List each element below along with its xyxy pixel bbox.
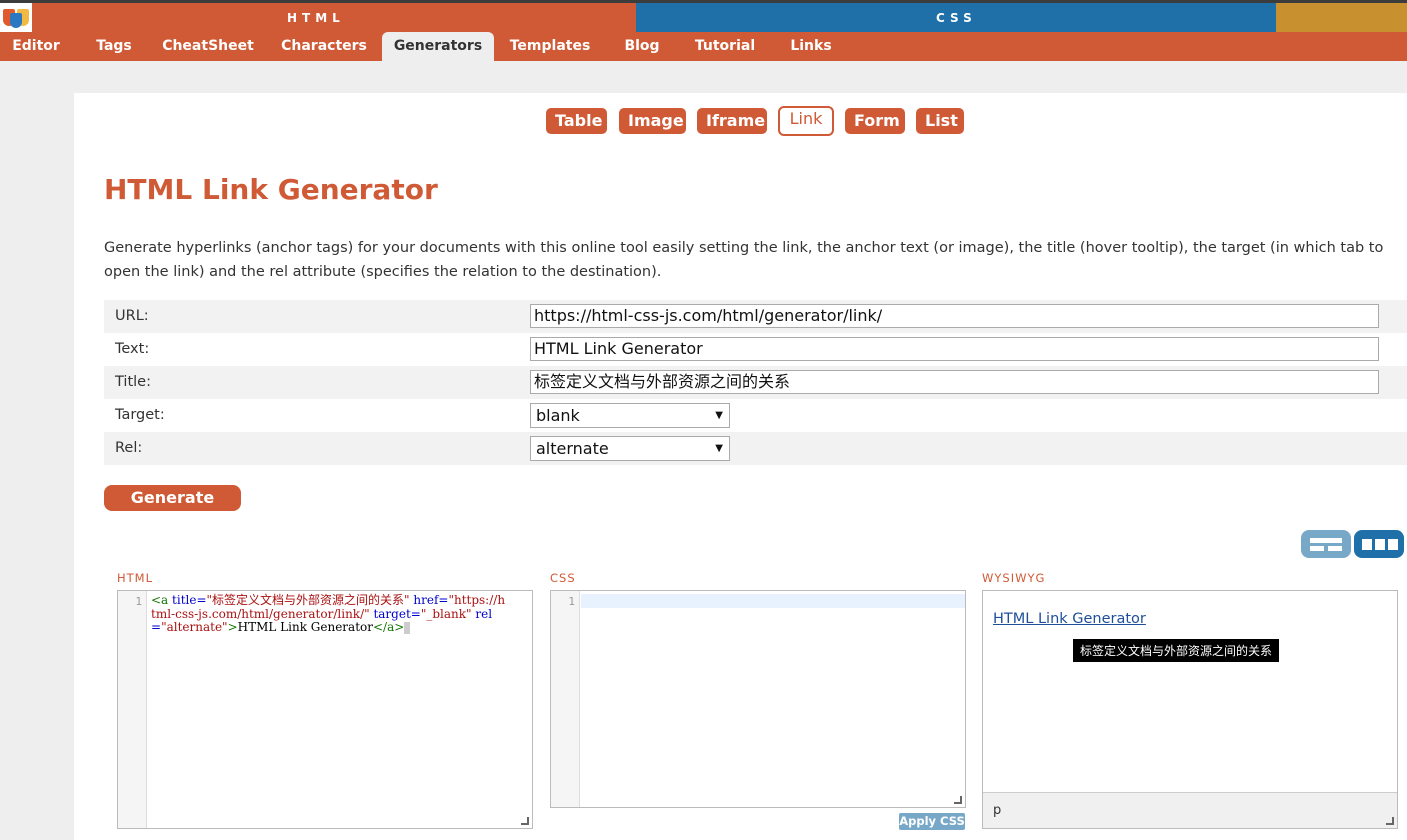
language-bar: HTML CSS xyxy=(0,3,1407,32)
resize-grip-icon[interactable] xyxy=(521,817,529,825)
line-gutter: 1 xyxy=(551,591,580,807)
target-row: Target: blank ▼ xyxy=(104,399,1407,432)
layout-stacked-button[interactable] xyxy=(1301,530,1351,558)
css-editor-label: CSS xyxy=(550,571,576,585)
site-logo-icon[interactable] xyxy=(0,3,32,32)
text-input[interactable]: HTML Link Generator xyxy=(530,337,1379,361)
layout-columns-button[interactable] xyxy=(1354,530,1404,558)
rel-select-value: alternate xyxy=(536,439,609,458)
subtab-table[interactable]: Table xyxy=(546,108,607,134)
html-editor-label: HTML xyxy=(117,571,154,585)
page-intro: Generate hyperlinks (anchor tags) for yo… xyxy=(104,240,1384,280)
nav-item-tutorial[interactable]: Tutorial xyxy=(688,32,762,61)
dropdown-arrow-icon: ▼ xyxy=(715,443,723,454)
resize-grip-icon[interactable] xyxy=(954,796,962,804)
title-input[interactable]: 标签定义文档与外部资源之间的关系 xyxy=(530,370,1379,394)
rel-select[interactable]: alternate ▼ xyxy=(530,436,730,461)
target-label: Target: xyxy=(115,407,165,423)
main-nav: Editor Tags CheatSheet Characters Genera… xyxy=(0,32,1407,61)
resize-grip-icon[interactable] xyxy=(1386,817,1394,825)
html-code-editor[interactable]: 1 <a title="标签定义文档与外部资源之间的关系" href="http… xyxy=(117,590,533,829)
wysiwyg-status-bar: p xyxy=(983,792,1397,828)
subtab-link[interactable]: Link xyxy=(778,106,834,136)
title-row: Title: 标签定义文档与外部资源之间的关系 xyxy=(104,366,1407,399)
wysiwyg-label: WYSIWYG xyxy=(982,571,1046,585)
generate-html-button[interactable]: Generate HTML xyxy=(104,485,241,533)
title-label: Title: xyxy=(115,374,151,390)
css-section-label: CSS xyxy=(936,11,977,25)
html-code[interactable]: <a title="标签定义文档与外部资源之间的关系" href="https:… xyxy=(151,593,506,635)
preview-tooltip: 标签定义文档与外部资源之间的关系 xyxy=(1073,639,1280,662)
page-title: HTML Link Generator xyxy=(104,173,438,206)
generator-panel: Table Image Iframe Link Form List HTML L… xyxy=(74,93,1407,840)
url-label: URL: xyxy=(115,308,149,324)
html-section-tab[interactable]: HTML xyxy=(0,3,636,32)
nav-item-characters[interactable]: Characters xyxy=(278,32,370,61)
nav-item-editor[interactable]: Editor xyxy=(0,32,72,61)
layout-columns-icon xyxy=(1362,539,1372,550)
nav-item-generators[interactable]: Generators xyxy=(382,32,494,61)
subtab-iframe[interactable]: Iframe xyxy=(697,108,767,134)
js-section-tab[interactable] xyxy=(1276,3,1407,32)
subtab-list[interactable]: List xyxy=(916,108,964,134)
nav-item-tags[interactable]: Tags xyxy=(86,32,142,61)
layout-stacked-icon xyxy=(1310,538,1342,543)
subtab-form[interactable]: Form xyxy=(845,108,905,134)
css-code-editor[interactable]: 1 xyxy=(550,590,966,808)
text-row: Text: HTML Link Generator xyxy=(104,333,1407,366)
preview-link[interactable]: HTML Link Generator xyxy=(993,611,1146,627)
line-gutter: 1 xyxy=(118,591,147,828)
nav-item-cheatsheet[interactable]: CheatSheet xyxy=(158,32,258,61)
element-path[interactable]: p xyxy=(993,803,1001,818)
line-number: 1 xyxy=(135,595,142,608)
url-row: URL: https://html-css-js.com/html/genera… xyxy=(104,300,1407,333)
dropdown-arrow-icon: ▼ xyxy=(715,410,723,421)
subtab-image[interactable]: Image xyxy=(619,108,686,134)
css-section-tab[interactable]: CSS xyxy=(636,3,1276,32)
line-number: 1 xyxy=(568,595,575,608)
text-label: Text: xyxy=(115,341,150,357)
target-select-value: blank xyxy=(536,406,580,425)
apply-css-button[interactable]: Apply CSS xyxy=(899,813,965,830)
url-input[interactable]: https://html-css-js.com/html/generator/l… xyxy=(530,304,1379,328)
nav-item-templates[interactable]: Templates xyxy=(505,32,595,61)
rel-row: Rel: alternate ▼ xyxy=(104,432,1407,465)
html-section-label: HTML xyxy=(287,11,345,25)
wysiwyg-preview[interactable]: HTML Link Generator 标签定义文档与外部资源之间的关系 p xyxy=(982,590,1398,829)
nav-item-links[interactable]: Links xyxy=(782,32,840,61)
nav-item-blog[interactable]: Blog xyxy=(614,32,670,61)
rel-label: Rel: xyxy=(115,440,143,456)
target-select[interactable]: blank ▼ xyxy=(530,403,730,428)
active-line xyxy=(581,594,965,608)
